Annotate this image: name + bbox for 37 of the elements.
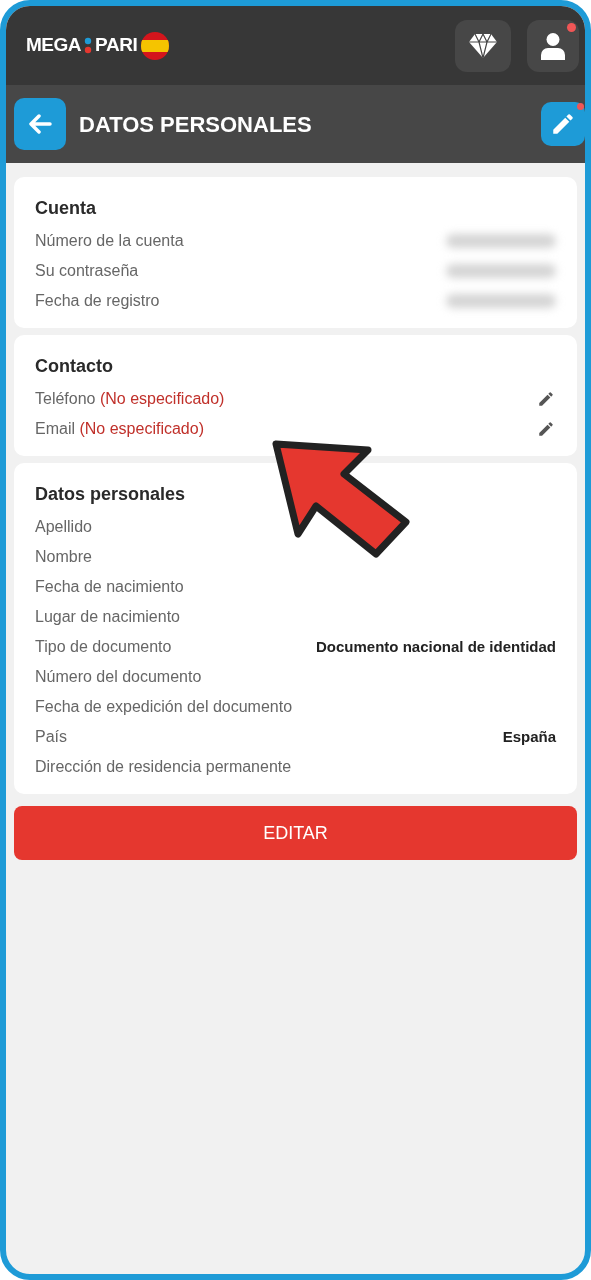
pencil-icon [537,390,555,408]
edit-field-button[interactable] [536,389,556,409]
field-label: Número de la cuenta [35,231,184,251]
field-label: Fecha de expedición del documento [35,697,293,717]
spain-flag-icon [141,31,170,60]
user-icon [541,31,565,60]
field-label: Su contraseña [35,261,139,281]
field-label: Tipo de documento [35,637,172,657]
back-arrow-icon [28,114,52,134]
field-label: Apellido [35,517,92,537]
diamond-icon [468,32,498,59]
section-title: Datos personales [35,483,187,506]
field-label: Nombre [35,547,92,567]
field-label: Dirección de residencia permanente [35,757,292,777]
field-label: Lugar de nacimiento [35,607,180,627]
section-title: Cuenta [35,197,97,220]
field-value: España [502,726,556,747]
page-title: DATOS PERSONALES [79,110,312,139]
diamond-button[interactable] [455,19,511,72]
edit-field-button[interactable] [536,419,556,439]
edit-submit-button[interactable]: EDITAR [14,806,577,860]
edit-button[interactable] [541,102,585,146]
field-label: Fecha de registro [35,291,160,311]
logo-text: MEGA [26,33,82,58]
field-label: Fecha de nacimiento [35,577,184,597]
back-button[interactable] [14,98,66,150]
field-value: Documento nacional de identidad [315,636,556,657]
field-label: Teléfono (No especificado) [35,389,225,409]
field-label: País [35,727,67,747]
profile-button[interactable] [527,19,579,72]
pencil-icon [537,420,555,438]
field-label: Número del documento [35,667,202,687]
field-label: Email (No especificado) [35,419,204,439]
logo-dots-icon [84,36,93,55]
logo-text: PARI [95,33,138,58]
section-title: Contacto [35,355,114,378]
pencil-icon [550,111,576,137]
